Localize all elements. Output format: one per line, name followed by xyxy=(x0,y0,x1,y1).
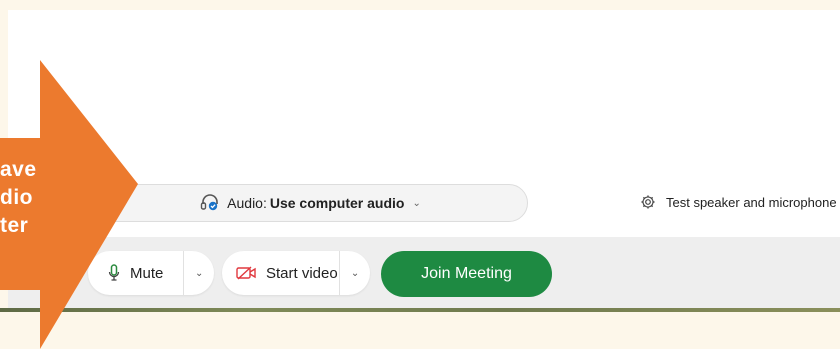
headset-icon xyxy=(200,194,218,211)
mute-options-chevron-icon[interactable]: ⌄ xyxy=(184,268,214,279)
join-meeting-button[interactable]: Join Meeting xyxy=(381,251,552,297)
start-video-button-group: Start video ⌄ xyxy=(222,251,370,295)
annotation-text-line-3: ter xyxy=(0,214,29,237)
audio-selector-button[interactable]: Audio: Use computer audio ⌄ xyxy=(92,184,528,222)
audio-label: Audio: xyxy=(227,195,267,211)
video-options-chevron-icon[interactable]: ⌄ xyxy=(340,268,370,279)
video-off-icon xyxy=(236,266,256,280)
start-video-button[interactable]: Start video xyxy=(236,251,339,295)
test-speaker-microphone-link[interactable]: Test speaker and microphone xyxy=(640,194,837,210)
test-speaker-label: Test speaker and microphone xyxy=(666,194,837,210)
audio-value: Use computer audio xyxy=(269,195,405,211)
gear-icon xyxy=(641,195,655,209)
annotation-text-line-2: dio xyxy=(0,186,33,209)
annotation-text-line-1: ave xyxy=(0,158,37,181)
start-video-label: Start video xyxy=(266,264,338,282)
chevron-down-icon: ⌄ xyxy=(412,197,421,209)
